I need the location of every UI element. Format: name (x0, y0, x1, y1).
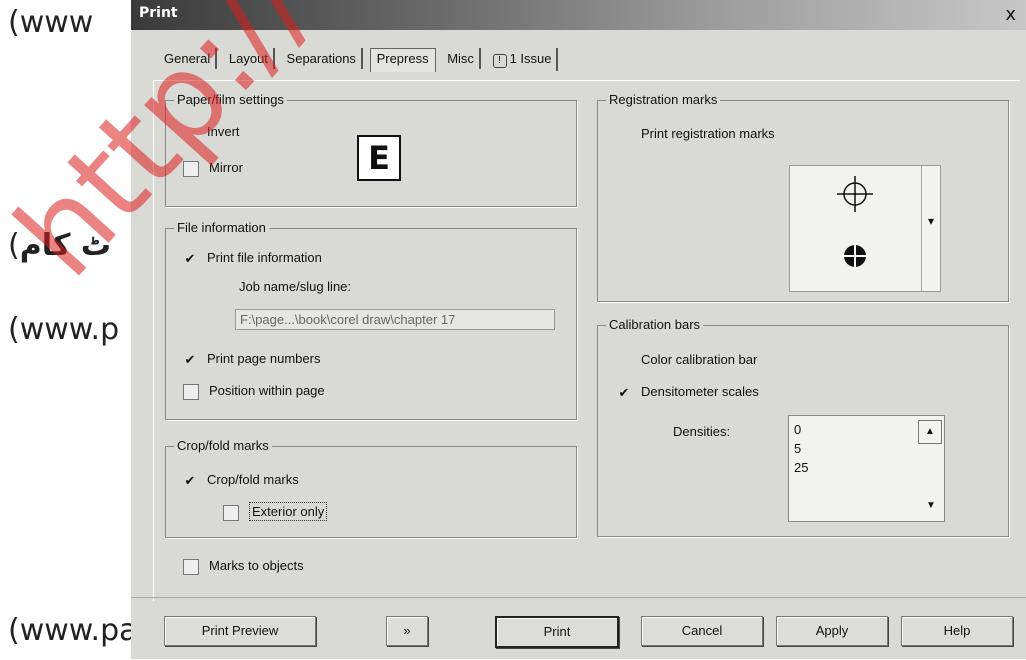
tab-issues-label: 1 Issue (509, 51, 552, 66)
crop-fold-marks-label: Crop/fold marks (207, 472, 299, 487)
scroll-up-icon[interactable]: ▲ (918, 420, 942, 444)
marks-to-objects-label: Marks to objects (209, 558, 304, 573)
film-preview-thumbnail: E (357, 135, 401, 181)
crop-fold-group: Crop/fold marks (165, 438, 577, 538)
crop-fold-marks-checkbox[interactable]: ✔ (183, 473, 197, 488)
background-text-3: (www.p (8, 312, 120, 347)
tab-prepress[interactable]: Prepress (369, 48, 436, 72)
invert-label: Invert (207, 124, 240, 139)
position-within-page-option[interactable]: Position within page (183, 383, 325, 400)
help-button[interactable]: Help (901, 616, 1013, 646)
dialog-title: Print (139, 5, 178, 21)
mirror-option[interactable]: Mirror (183, 160, 243, 177)
marks-to-objects-option[interactable]: Marks to objects (183, 558, 304, 575)
registration-style-preview (837, 176, 873, 268)
print-preview-button[interactable]: Print Preview (164, 616, 316, 646)
registration-bullseye-icon (843, 244, 867, 268)
warning-icon: ! (492, 54, 507, 68)
list-item[interactable]: 25 (789, 458, 944, 477)
job-name-label: Job name/slug line: (239, 279, 352, 294)
tab-issues[interactable]: ! 1 Issue (488, 48, 559, 71)
exterior-only-label: Exterior only (249, 502, 328, 521)
background-text-4: (www.pa (8, 613, 138, 648)
mirror-label: Mirror (209, 160, 243, 175)
registration-title: Registration marks (606, 92, 721, 107)
job-name-field[interactable]: F:\page...\book\corel draw\chapter 17 (235, 309, 555, 330)
print-registration-checkbox[interactable] (617, 128, 631, 142)
color-calibration-checkbox[interactable] (617, 354, 631, 368)
expand-preview-button[interactable]: » (386, 616, 428, 646)
print-registration-label: Print registration marks (641, 126, 775, 141)
close-button[interactable]: x (1005, 4, 1016, 25)
mirror-checkbox[interactable] (183, 160, 199, 177)
calibration-title: Calibration bars (606, 317, 704, 332)
crop-fold-title: Crop/fold marks (174, 438, 272, 453)
crop-fold-marks-option[interactable]: ✔ Crop/fold marks (183, 472, 299, 488)
registration-style-picker[interactable]: ▾ (789, 165, 941, 292)
print-file-info-checkbox[interactable]: ✔ (183, 251, 197, 266)
print-page-numbers-checkbox[interactable]: ✔ (183, 352, 197, 367)
registration-dropdown-arrow-icon[interactable]: ▾ (921, 166, 940, 291)
tab-misc[interactable]: Misc (442, 48, 481, 69)
scroll-down-icon[interactable]: ▼ (920, 495, 942, 517)
densitometer-option[interactable]: ✔ Densitometer scales (617, 384, 759, 400)
color-calibration-label: Color calibration bar (641, 352, 758, 367)
print-file-info-option[interactable]: ✔ Print file information (183, 250, 322, 266)
background-urdu-text: ٹ کام (19, 228, 112, 263)
tab-layout[interactable]: Layout (224, 48, 275, 69)
tab-general[interactable]: General (159, 48, 218, 69)
densitometer-checkbox[interactable]: ✔ (617, 385, 631, 400)
color-calibration-option[interactable]: Color calibration bar (617, 352, 757, 368)
exterior-only-checkbox[interactable] (223, 504, 239, 521)
print-registration-option[interactable]: Print registration marks (617, 126, 775, 142)
print-file-info-label: Print file information (207, 250, 322, 265)
file-info-title: File information (174, 220, 269, 235)
tab-strip: General Layout Separations Prepress Misc… (159, 48, 561, 78)
apply-button[interactable]: Apply (776, 616, 888, 646)
print-page-numbers-label: Print page numbers (207, 351, 321, 366)
position-within-page-label: Position within page (209, 383, 325, 398)
background-text-2: (ٹ کام (8, 228, 111, 263)
exterior-only-option[interactable]: Exterior only (223, 502, 328, 521)
position-within-page-checkbox[interactable] (183, 383, 199, 400)
print-button[interactable]: Print (495, 616, 619, 648)
title-bar: Print x (131, 0, 1026, 30)
print-page-numbers-option[interactable]: ✔ Print page numbers (183, 351, 321, 367)
densities-list[interactable]: 0 5 25 ▲ ▼ (788, 415, 945, 522)
densities-label: Densities: (673, 424, 731, 439)
registration-crosshair-icon (837, 176, 873, 212)
background-paren: ( (8, 228, 20, 263)
invert-checkbox[interactable] (183, 126, 197, 140)
background-text-1: (www (8, 5, 94, 40)
cancel-button[interactable]: Cancel (641, 616, 763, 646)
marks-to-objects-checkbox[interactable] (183, 558, 199, 575)
print-dialog: Print x General Layout Separations Prepr… (131, 0, 1026, 659)
paper-film-title: Paper/film settings (174, 92, 287, 107)
tab-separations[interactable]: Separations (282, 48, 363, 69)
invert-option[interactable]: Invert (183, 124, 240, 140)
button-bar: Print Preview » Print Cancel Apply Help (131, 597, 1026, 660)
densitometer-label: Densitometer scales (641, 384, 759, 399)
